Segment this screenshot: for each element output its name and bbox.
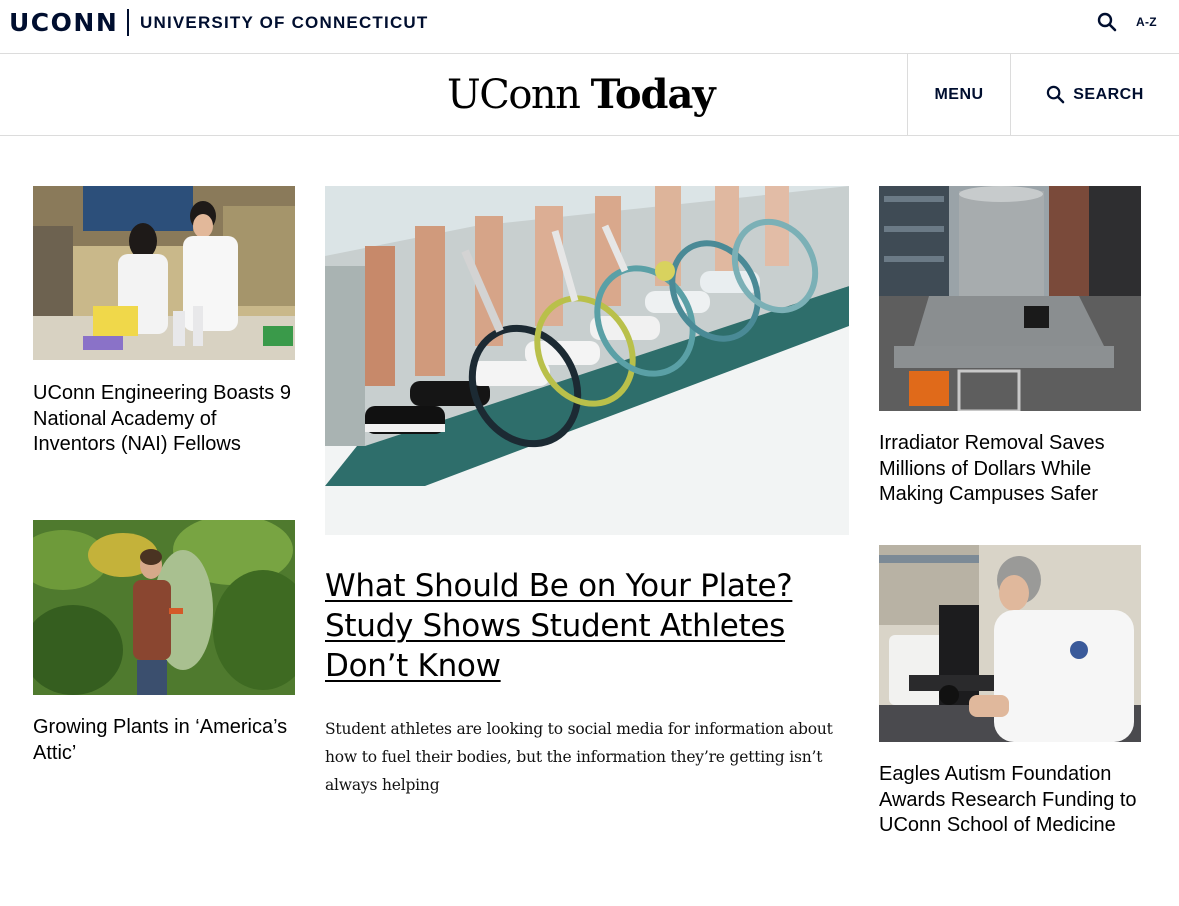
site-header: UConn Today MENU SEARCH [0,54,1179,136]
wordmark-divider [127,9,129,36]
search-icon [1047,85,1065,104]
search-label: SEARCH [1073,85,1144,103]
irradiator-article-image[interactable] [879,186,1141,411]
feature-article-image[interactable] [325,186,849,535]
feature-article-summary: Student athletes are looking to social m… [325,720,833,794]
logo-uconn: UConn [447,72,581,118]
autism-funding-article-title[interactable]: Eagles Autism Foundation Awards Research… [879,762,1141,839]
plants-article-title[interactable]: Growing Plants in ‘America’s Attic’ [33,715,295,766]
a-z-index-link[interactable]: A-Z [1136,15,1157,29]
search-button[interactable]: SEARCH [1011,54,1179,135]
search-icon[interactable] [1097,12,1117,32]
plants-article-image[interactable] [33,520,295,695]
uconn-wordmark[interactable]: UCONN [9,8,118,38]
university-name-link[interactable]: UNIVERSITY OF CONNECTICUT [140,13,428,33]
university-bar: UCONN UNIVERSITY OF CONNECTICUT A-Z [0,0,1179,54]
engineering-article-title[interactable]: UConn Engineering Boasts 9 National Acad… [33,381,295,458]
logo-today: Today [590,71,716,118]
autism-funding-article-image[interactable] [879,545,1141,742]
irradiator-article-title[interactable]: Irradiator Removal Saves Millions of Dol… [879,431,1141,508]
uconn-today-logo[interactable]: UConn Today [447,70,716,120]
menu-button[interactable]: MENU [907,54,1011,135]
feature-article-title[interactable]: What Should Be on Your Plate? Study Show… [325,566,845,686]
engineering-article-image[interactable] [33,186,295,360]
